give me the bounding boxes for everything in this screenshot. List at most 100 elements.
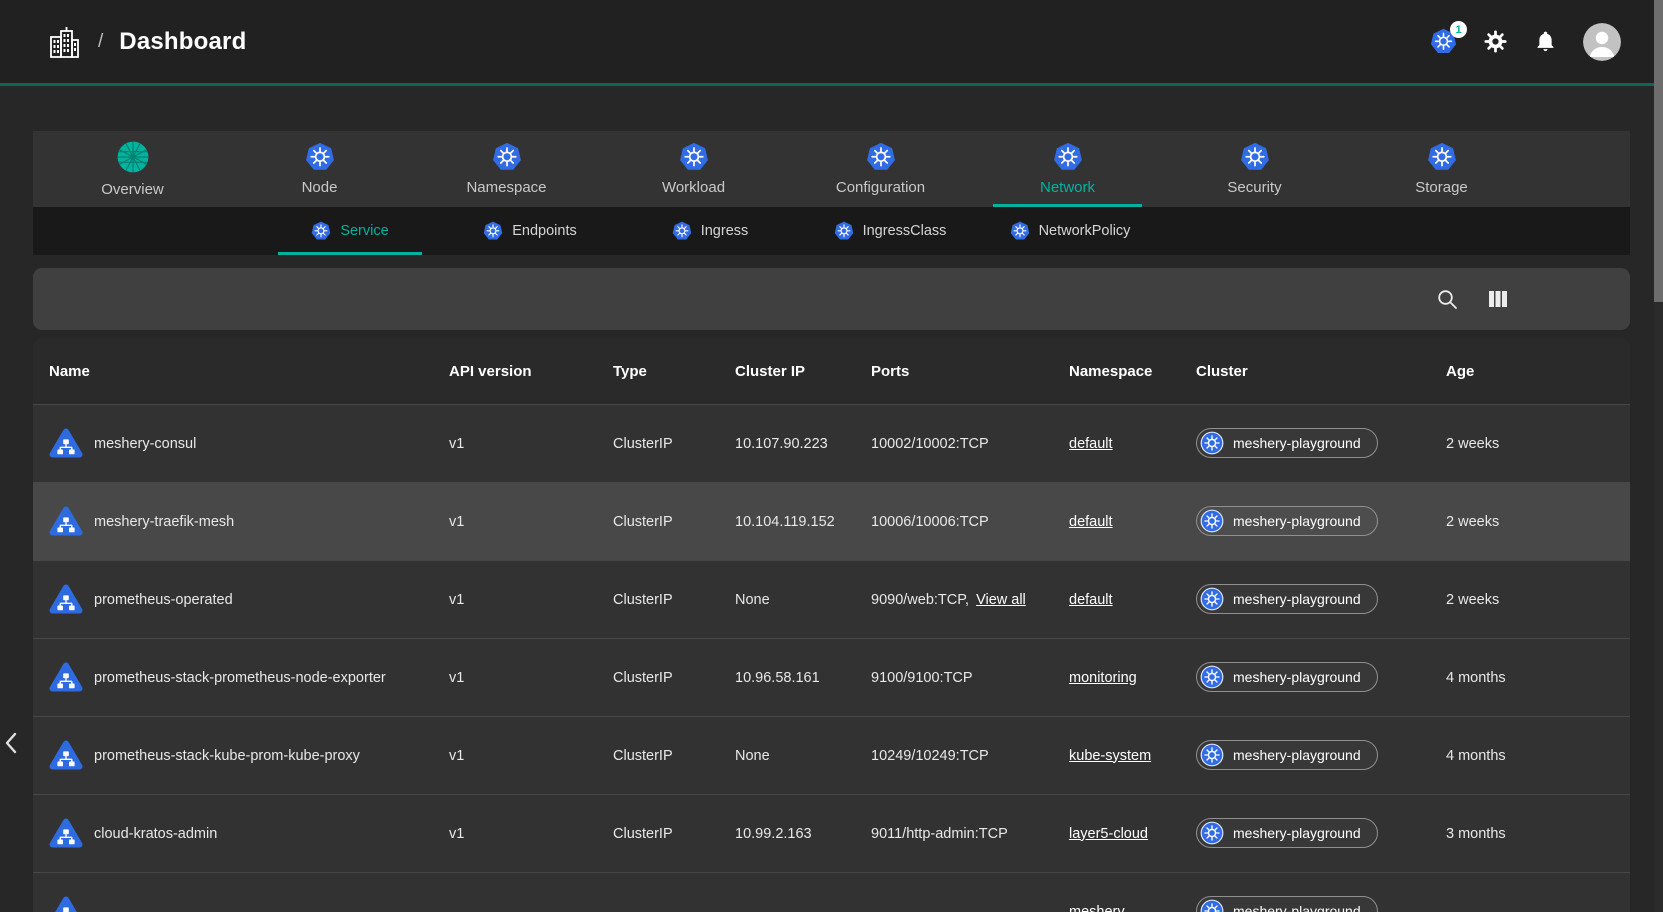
meshery-logo-icon xyxy=(116,140,150,174)
kubernetes-icon xyxy=(1427,142,1457,172)
api-version: v1 xyxy=(449,748,613,764)
service-icon xyxy=(49,583,83,617)
service-type: ClusterIP xyxy=(613,670,735,686)
kubernetes-icon xyxy=(1200,821,1224,845)
age: 4 months xyxy=(1446,748,1630,764)
ports: 10249/10249:TCP xyxy=(871,748,1069,764)
column-header-cluster[interactable]: Cluster xyxy=(1196,363,1446,380)
service-name: prometheus-stack-prometheus-node-exporte… xyxy=(94,670,386,686)
page-title: Dashboard xyxy=(119,28,246,56)
api-version: v1 xyxy=(449,592,613,608)
building-icon[interactable] xyxy=(48,25,80,59)
chevron-left-icon xyxy=(2,730,20,756)
tab-storage[interactable]: Storage xyxy=(1348,131,1535,207)
bell-icon[interactable] xyxy=(1534,30,1557,53)
ports: 10006/10006:TCP xyxy=(871,514,1069,530)
cluster-chip[interactable]: meshery-playground xyxy=(1196,896,1378,912)
age: 4 months xyxy=(1446,670,1630,686)
namespace-link[interactable]: layer5-cloud xyxy=(1069,826,1148,842)
service-icon xyxy=(49,505,83,539)
column-header-namespace[interactable]: Namespace xyxy=(1069,363,1196,380)
gear-icon[interactable] xyxy=(1483,29,1508,54)
subtab-ingressclass[interactable]: IngressClass xyxy=(800,207,980,255)
cluster-ip: 10.104.119.152 xyxy=(735,514,871,530)
api-version: v1 xyxy=(449,826,613,842)
age: 2 weeks xyxy=(1446,592,1630,608)
search-icon[interactable] xyxy=(1435,287,1459,311)
scrollbar-track[interactable] xyxy=(1654,0,1663,912)
table-row[interactable]: prometheus-operated v1 ClusterIP None 90… xyxy=(33,560,1630,638)
table-row[interactable]: cloud-kratos-admin v1 ClusterIP 10.99.2.… xyxy=(33,794,1630,872)
cluster-chip[interactable]: meshery-playground xyxy=(1196,818,1378,848)
namespace-link[interactable]: monitoring xyxy=(1069,670,1137,686)
kubernetes-icon xyxy=(1200,743,1224,767)
kubernetes-icon xyxy=(1200,431,1224,455)
namespace-link[interactable]: kube-system xyxy=(1069,748,1151,764)
kubernetes-context-button[interactable]: 1 xyxy=(1430,28,1457,55)
table-row[interactable]: meshery-consul v1 ClusterIP 10.107.90.22… xyxy=(33,404,1630,482)
kubernetes-icon xyxy=(866,142,896,172)
avatar[interactable] xyxy=(1583,23,1621,61)
column-header-ports[interactable]: Ports xyxy=(871,363,1069,380)
subtab-ingress[interactable]: Ingress xyxy=(620,207,800,255)
tab-overview[interactable]: Overview xyxy=(39,131,226,207)
kubernetes-icon xyxy=(492,142,522,172)
ports: 9011/http-admin:TCP xyxy=(871,826,1069,842)
service-icon xyxy=(49,895,83,912)
kubernetes-icon xyxy=(1200,509,1224,533)
table-row[interactable]: meshery-traefik-mesh v1 ClusterIP 10.104… xyxy=(33,482,1630,560)
kubernetes-icon xyxy=(1200,665,1224,689)
namespace-link[interactable]: default xyxy=(1069,514,1113,530)
cluster-chip[interactable]: meshery-playground xyxy=(1196,584,1378,614)
view-all-link[interactable]: View all xyxy=(976,592,1026,608)
table-row[interactable]: prometheus-stack-prometheus-node-exporte… xyxy=(33,638,1630,716)
tab-node[interactable]: Node xyxy=(226,131,413,207)
resource-tabs: Overview Node Namespace Workload Configu… xyxy=(33,131,1630,207)
service-icon xyxy=(49,661,83,695)
column-header-age[interactable]: Age xyxy=(1446,363,1630,380)
column-header-cluster-ip[interactable]: Cluster IP xyxy=(735,363,871,380)
tab-configuration[interactable]: Configuration xyxy=(787,131,974,207)
cluster-chip[interactable]: meshery-playground xyxy=(1196,506,1378,536)
services-table: Name API version Type Cluster IP Ports N… xyxy=(33,338,1630,912)
tab-workload[interactable]: Workload xyxy=(600,131,787,207)
namespace-link[interactable]: meshery xyxy=(1069,904,1125,912)
tab-namespace[interactable]: Namespace xyxy=(413,131,600,207)
table-row[interactable]: meshery meshery-playground xyxy=(33,872,1630,912)
view-columns-icon[interactable] xyxy=(1486,287,1510,311)
sidebar-collapse-button[interactable] xyxy=(2,729,22,757)
subtab-endpoints[interactable]: Endpoints xyxy=(440,207,620,255)
scrollbar-thumb[interactable] xyxy=(1654,0,1663,302)
cluster-ip: 10.107.90.223 xyxy=(735,436,871,452)
kubernetes-icon xyxy=(679,142,709,172)
column-header-api-version[interactable]: API version xyxy=(449,363,613,380)
tab-security[interactable]: Security xyxy=(1161,131,1348,207)
namespace-link[interactable]: default xyxy=(1069,436,1113,452)
cluster-chip[interactable]: meshery-playground xyxy=(1196,662,1378,692)
tab-network[interactable]: Network xyxy=(974,131,1161,207)
service-name: cloud-kratos-admin xyxy=(94,826,217,842)
namespace-link[interactable]: default xyxy=(1069,592,1113,608)
breadcrumb-separator: / xyxy=(98,31,103,53)
app-header: / Dashboard 1 xyxy=(0,0,1663,86)
cluster-chip[interactable]: meshery-playground xyxy=(1196,740,1378,770)
kubernetes-icon xyxy=(1240,142,1270,172)
ports xyxy=(871,904,1069,912)
service-type: ClusterIP xyxy=(613,592,735,608)
cluster-chip[interactable]: meshery-playground xyxy=(1196,428,1378,458)
subtab-networkpolicy[interactable]: NetworkPolicy xyxy=(980,207,1160,255)
api-version: v1 xyxy=(449,514,613,530)
kubernetes-icon xyxy=(1010,221,1030,241)
table-row[interactable]: prometheus-stack-kube-prom-kube-proxy v1… xyxy=(33,716,1630,794)
service-type: ClusterIP xyxy=(613,748,735,764)
service-name: prometheus-operated xyxy=(94,592,233,608)
cluster-ip: 10.96.58.161 xyxy=(735,670,871,686)
subtab-service[interactable]: Service xyxy=(260,207,440,255)
service-icon xyxy=(49,739,83,773)
table-header-row: Name API version Type Cluster IP Ports N… xyxy=(33,338,1630,404)
column-header-name[interactable]: Name xyxy=(33,363,449,380)
kubernetes-icon xyxy=(1200,587,1224,611)
service-type: ClusterIP xyxy=(613,826,735,842)
column-header-type[interactable]: Type xyxy=(613,363,735,380)
age: 2 weeks xyxy=(1446,514,1630,530)
